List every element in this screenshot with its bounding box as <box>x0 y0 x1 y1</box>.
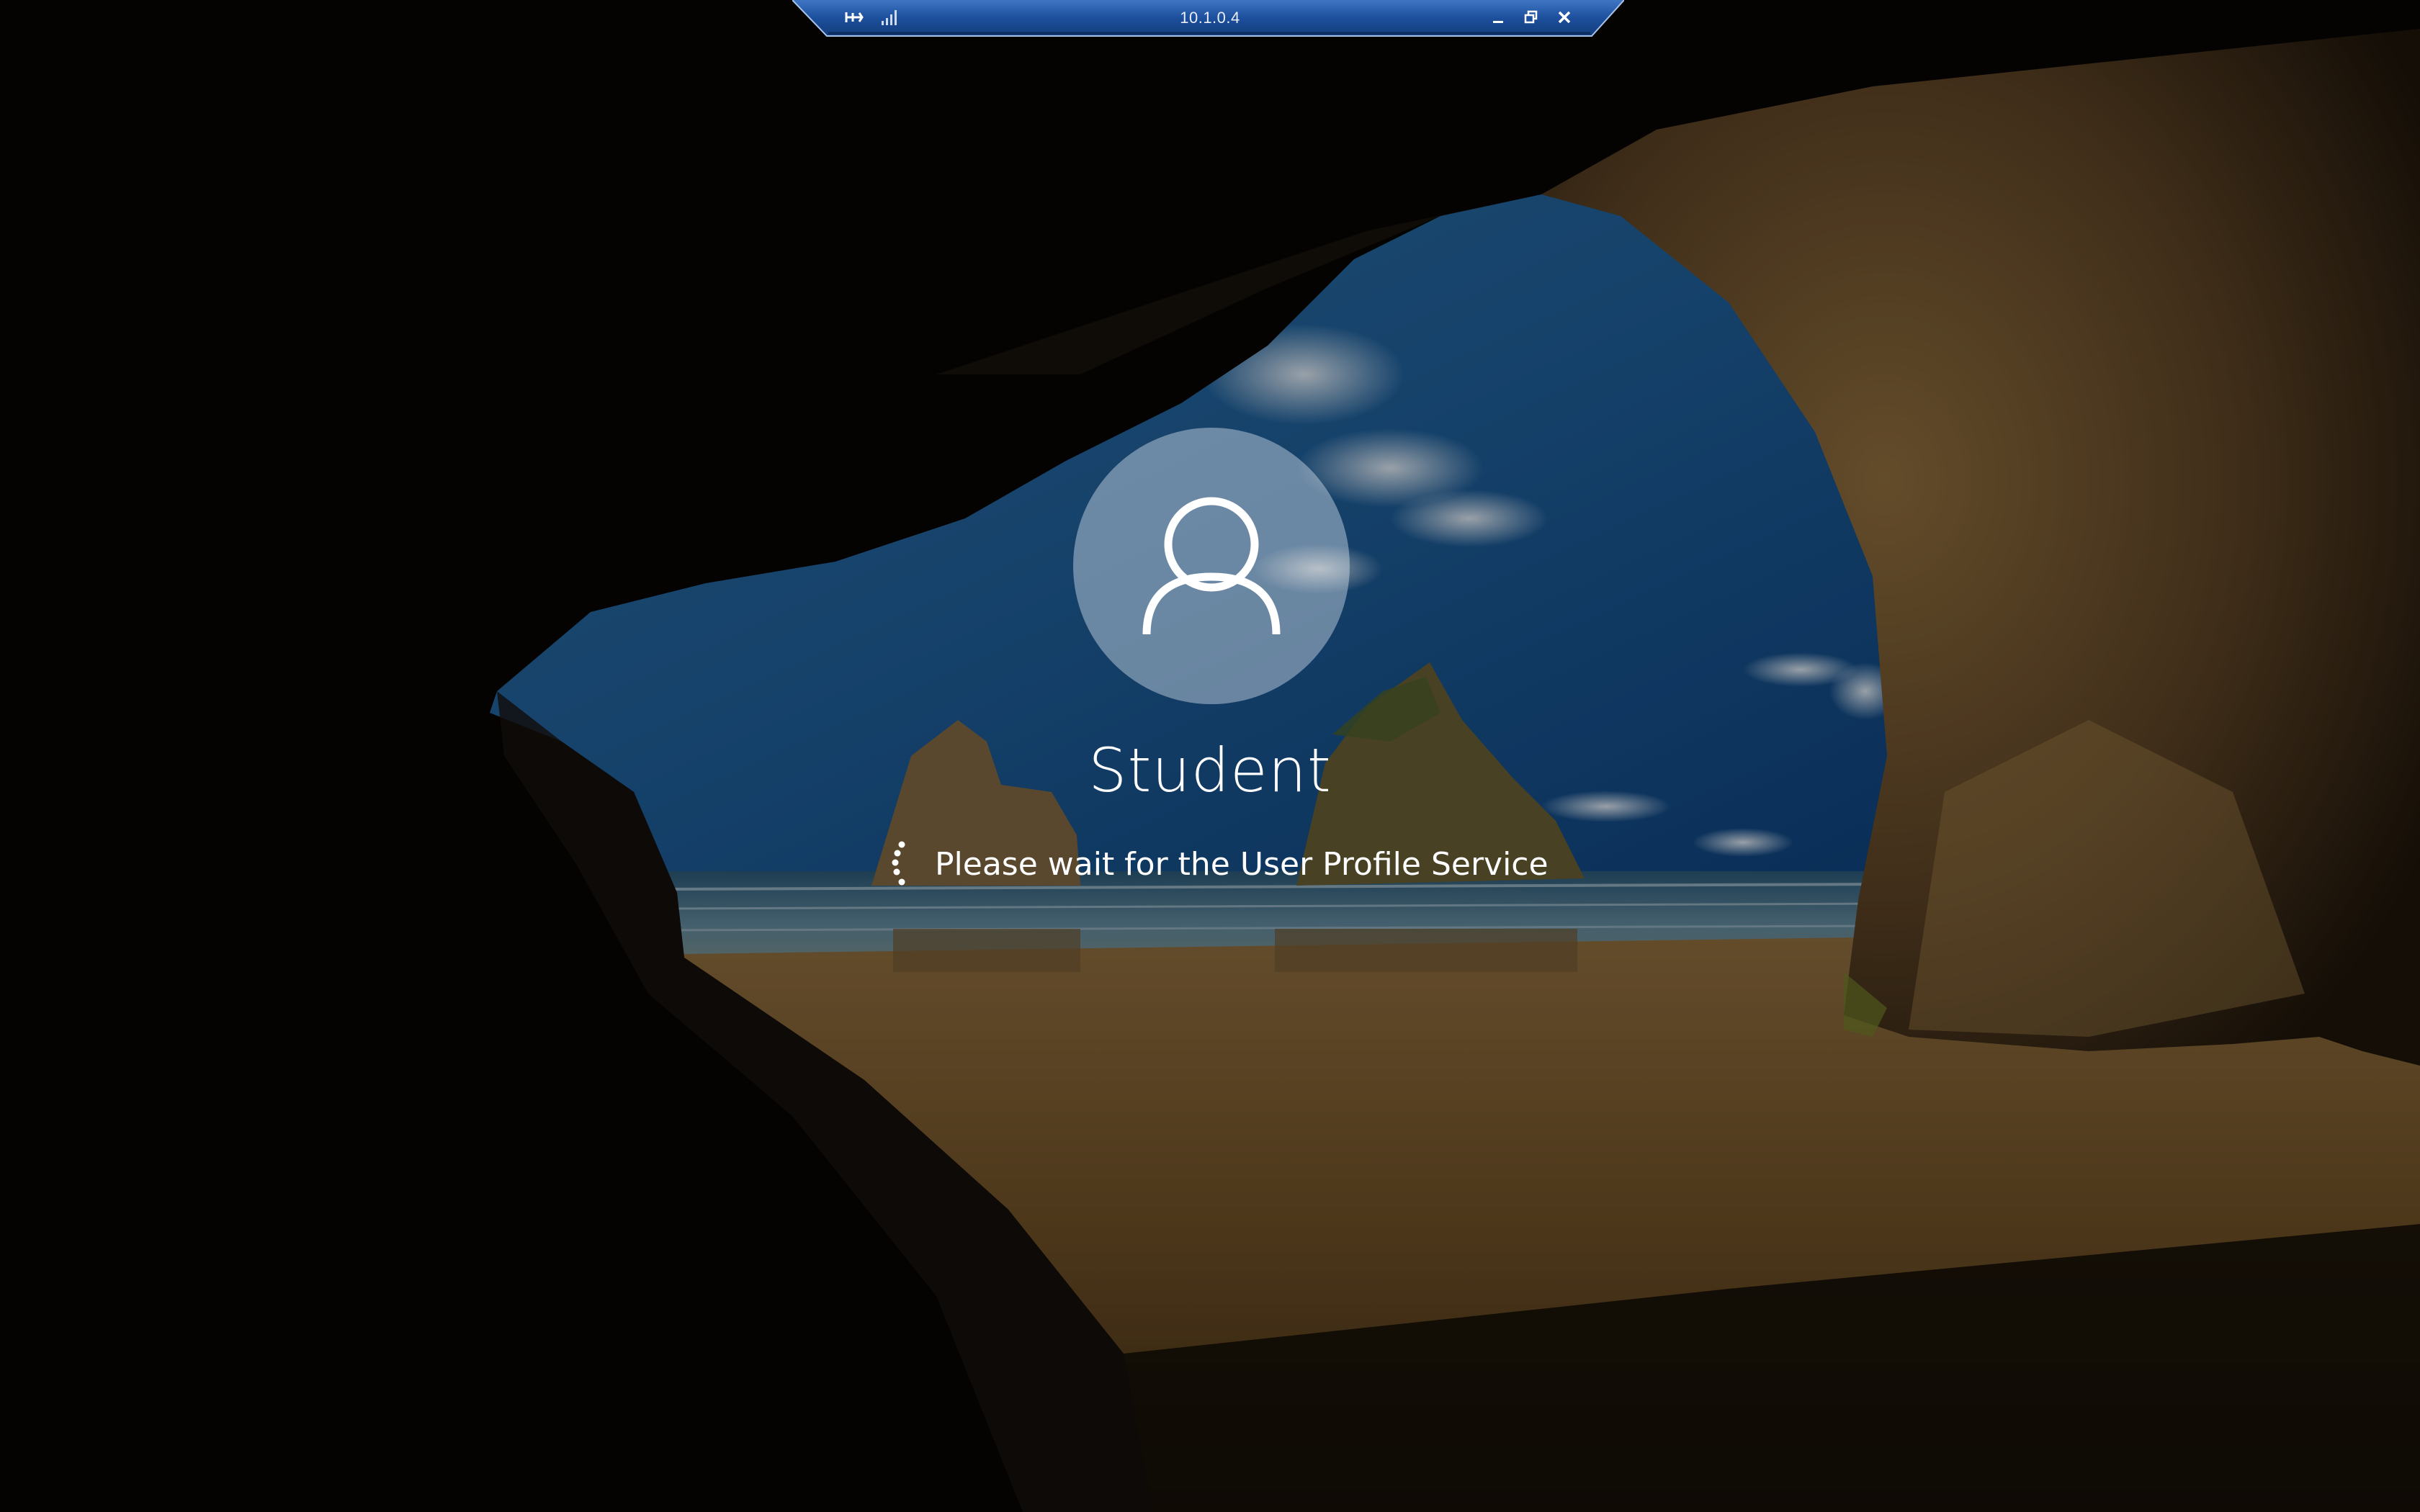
restore-icon <box>1524 10 1538 24</box>
connection-quality-button[interactable] <box>874 3 906 32</box>
minimize-icon <box>1493 21 1503 23</box>
pin-button[interactable] <box>838 3 870 32</box>
status-message: Please wait for the User Profile Service <box>935 845 1549 883</box>
close-button[interactable] <box>1549 3 1580 32</box>
rdp-connection-bar: 10.1.0.4 <box>792 0 1624 37</box>
rdp-host-title: 10.1.0.4 <box>1180 9 1240 27</box>
connection-quality-icon <box>882 10 897 25</box>
pin-icon <box>845 12 864 22</box>
user-name: Student <box>1088 735 1332 806</box>
user-avatar <box>1073 428 1350 704</box>
minimize-button[interactable] <box>1482 3 1514 32</box>
loading-spinner-icon <box>892 841 905 886</box>
login-status: Please wait for the User Profile Service <box>886 835 1606 893</box>
lock-screen: 10.1.0.4 Student Please wait for the Use… <box>0 0 2420 1512</box>
user-avatar-icon <box>1142 497 1281 635</box>
restore-button[interactable] <box>1515 3 1547 32</box>
close-icon <box>1558 11 1571 24</box>
